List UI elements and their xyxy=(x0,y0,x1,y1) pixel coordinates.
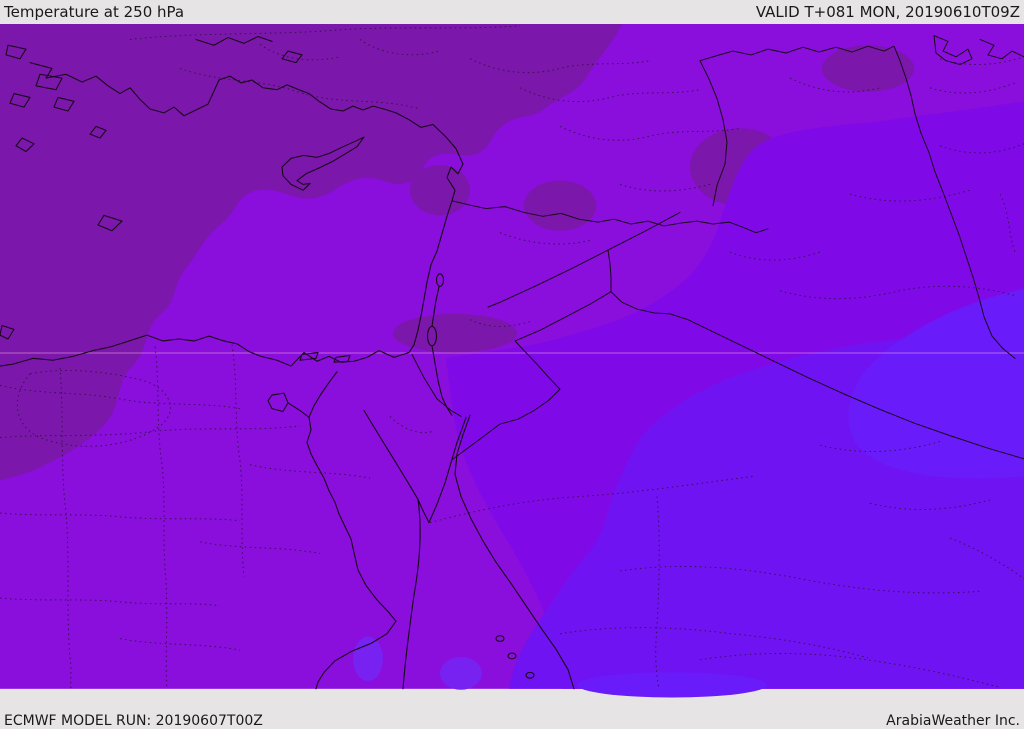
weather-map-canvas xyxy=(0,24,1024,698)
valid-time-label: VALID T+081 MON, 20190610T09Z xyxy=(755,3,1020,21)
footer-bar: ECMWF MODEL RUN: 20190607T00Z ArabiaWeat… xyxy=(0,712,1024,729)
credit-label: ArabiaWeather Inc. xyxy=(886,712,1020,729)
model-run-label: ECMWF MODEL RUN: 20190607T00Z xyxy=(4,712,263,729)
header-bar: Temperature at 250 hPa VALID T+081 MON, … xyxy=(0,0,1024,24)
map-title: Temperature at 250 hPa xyxy=(4,3,185,21)
warm-bottom-band xyxy=(577,672,767,698)
